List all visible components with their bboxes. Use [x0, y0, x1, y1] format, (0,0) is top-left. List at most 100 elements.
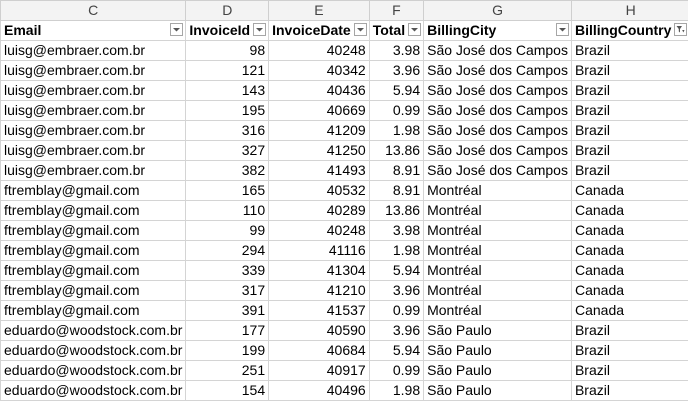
invoicedate-cell[interactable]: 41116	[268, 240, 370, 261]
billingcountry-cell[interactable]: Canada	[570, 200, 688, 221]
invoicedate-cell[interactable]: 40684	[268, 340, 370, 361]
filter-dropdown-button[interactable]	[408, 23, 422, 36]
total-cell[interactable]: 3.98	[368, 220, 425, 241]
invoicedate-cell[interactable]: 41209	[268, 120, 370, 141]
total-cell[interactable]: 3.96	[368, 60, 425, 81]
invoiceid-cell[interactable]: 317	[185, 280, 270, 301]
billingcity-cell[interactable]: São Paulo	[423, 320, 572, 341]
total-cell[interactable]: 1.98	[368, 240, 425, 261]
email-cell[interactable]: luisg@embraer.com.br	[0, 40, 187, 61]
invoiceid-cell[interactable]: 251	[185, 360, 270, 381]
billingcity-cell[interactable]: São José dos Campos	[423, 60, 572, 81]
billingcountry-cell[interactable]: Canada	[570, 240, 688, 261]
total-cell[interactable]: 8.91	[368, 160, 425, 181]
invoiceid-cell[interactable]: 316	[185, 120, 270, 141]
billingcity-cell[interactable]: Montréal	[423, 260, 572, 281]
email-cell[interactable]: ftremblay@gmail.com	[0, 260, 187, 281]
billingcountry-cell[interactable]: Brazil	[570, 100, 688, 121]
billingcity-cell[interactable]: São José dos Campos	[423, 140, 572, 161]
email-cell[interactable]: luisg@embraer.com.br	[0, 160, 187, 181]
column-header-f[interactable]: F	[368, 0, 425, 21]
billingcountry-cell[interactable]: Brazil	[570, 340, 688, 361]
filter-dropdown-button[interactable]	[555, 23, 569, 36]
invoiceid-cell[interactable]: 110	[185, 200, 270, 221]
filter-active-button[interactable]	[674, 23, 688, 36]
billingcountry-cell[interactable]: Brazil	[570, 80, 688, 101]
email-cell[interactable]: luisg@embraer.com.br	[0, 140, 187, 161]
invoicedate-cell[interactable]: 40532	[268, 180, 370, 201]
invoicedate-cell[interactable]: 40342	[268, 60, 370, 81]
invoiceid-cell[interactable]: 154	[185, 380, 270, 401]
billingcountry-cell[interactable]: Brazil	[570, 60, 688, 81]
invoicedate-cell[interactable]: 41537	[268, 300, 370, 321]
billingcountry-cell[interactable]: Brazil	[570, 40, 688, 61]
email-cell[interactable]: ftremblay@gmail.com	[0, 200, 187, 221]
email-cell[interactable]: luisg@embraer.com.br	[0, 100, 187, 121]
invoicedate-cell[interactable]: 40248	[268, 40, 370, 61]
invoicedate-cell[interactable]: 40289	[268, 200, 370, 221]
total-cell[interactable]: 5.94	[368, 260, 425, 281]
invoiceid-cell[interactable]: 99	[185, 220, 270, 241]
billingcity-cell[interactable]: São Paulo	[423, 380, 572, 401]
header-cell-invoicedate[interactable]: InvoiceDate	[268, 20, 370, 41]
invoiceid-cell[interactable]: 177	[185, 320, 270, 341]
billingcity-cell[interactable]: São José dos Campos	[423, 160, 572, 181]
email-cell[interactable]: eduardo@woodstock.com.br	[0, 380, 187, 401]
billingcity-cell[interactable]: São José dos Campos	[423, 120, 572, 141]
invoicedate-cell[interactable]: 41493	[268, 160, 370, 181]
email-cell[interactable]: ftremblay@gmail.com	[0, 220, 187, 241]
total-cell[interactable]: 0.99	[368, 300, 425, 321]
billingcountry-cell[interactable]: Brazil	[570, 120, 688, 141]
invoicedate-cell[interactable]: 40436	[268, 80, 370, 101]
column-header-h[interactable]: H	[570, 0, 688, 21]
invoicedate-cell[interactable]: 40248	[268, 220, 370, 241]
total-cell[interactable]: 1.98	[368, 380, 425, 401]
column-header-g[interactable]: G	[423, 0, 572, 21]
email-cell[interactable]: luisg@embraer.com.br	[0, 80, 187, 101]
billingcity-cell[interactable]: São José dos Campos	[423, 40, 572, 61]
billingcity-cell[interactable]: Montréal	[423, 300, 572, 321]
filter-dropdown-button[interactable]	[170, 23, 184, 36]
billingcity-cell[interactable]: São José dos Campos	[423, 80, 572, 101]
billingcountry-cell[interactable]: Brazil	[570, 320, 688, 341]
invoiceid-cell[interactable]: 339	[185, 260, 270, 281]
email-cell[interactable]: eduardo@woodstock.com.br	[0, 320, 187, 341]
invoiceid-cell[interactable]: 199	[185, 340, 270, 361]
total-cell[interactable]: 13.86	[368, 140, 425, 161]
billingcountry-cell[interactable]: Canada	[570, 280, 688, 301]
invoicedate-cell[interactable]: 40496	[268, 380, 370, 401]
column-header-d[interactable]: D	[185, 0, 270, 21]
billingcity-cell[interactable]: São Paulo	[423, 340, 572, 361]
billingcountry-cell[interactable]: Canada	[570, 180, 688, 201]
invoiceid-cell[interactable]: 382	[185, 160, 270, 181]
email-cell[interactable]: eduardo@woodstock.com.br	[0, 340, 187, 361]
invoiceid-cell[interactable]: 143	[185, 80, 270, 101]
billingcity-cell[interactable]: Montréal	[423, 180, 572, 201]
invoiceid-cell[interactable]: 294	[185, 240, 270, 261]
invoiceid-cell[interactable]: 165	[185, 180, 270, 201]
invoicedate-cell[interactable]: 41210	[268, 280, 370, 301]
billingcountry-cell[interactable]: Canada	[570, 220, 688, 241]
billingcity-cell[interactable]: São Paulo	[423, 360, 572, 381]
billingcountry-cell[interactable]: Canada	[570, 260, 688, 281]
header-cell-email[interactable]: Email	[0, 20, 187, 41]
invoiceid-cell[interactable]: 195	[185, 100, 270, 121]
email-cell[interactable]: luisg@embraer.com.br	[0, 60, 187, 81]
total-cell[interactable]: 13.86	[368, 200, 425, 221]
header-cell-total[interactable]: Total	[368, 20, 425, 41]
billingcountry-cell[interactable]: Brazil	[570, 380, 688, 401]
billingcity-cell[interactable]: Montréal	[423, 200, 572, 221]
billingcountry-cell[interactable]: Canada	[570, 300, 688, 321]
filter-dropdown-button[interactable]	[353, 23, 367, 36]
billingcity-cell[interactable]: Montréal	[423, 240, 572, 261]
header-cell-billingcountry[interactable]: BillingCountry	[570, 20, 688, 41]
total-cell[interactable]: 3.98	[368, 40, 425, 61]
email-cell[interactable]: luisg@embraer.com.br	[0, 120, 187, 141]
column-header-c[interactable]: C	[0, 0, 187, 21]
total-cell[interactable]: 5.94	[368, 80, 425, 101]
email-cell[interactable]: ftremblay@gmail.com	[0, 240, 187, 261]
total-cell[interactable]: 3.96	[368, 280, 425, 301]
invoicedate-cell[interactable]: 41304	[268, 260, 370, 281]
billingcity-cell[interactable]: São José dos Campos	[423, 100, 572, 121]
total-cell[interactable]: 1.98	[368, 120, 425, 141]
